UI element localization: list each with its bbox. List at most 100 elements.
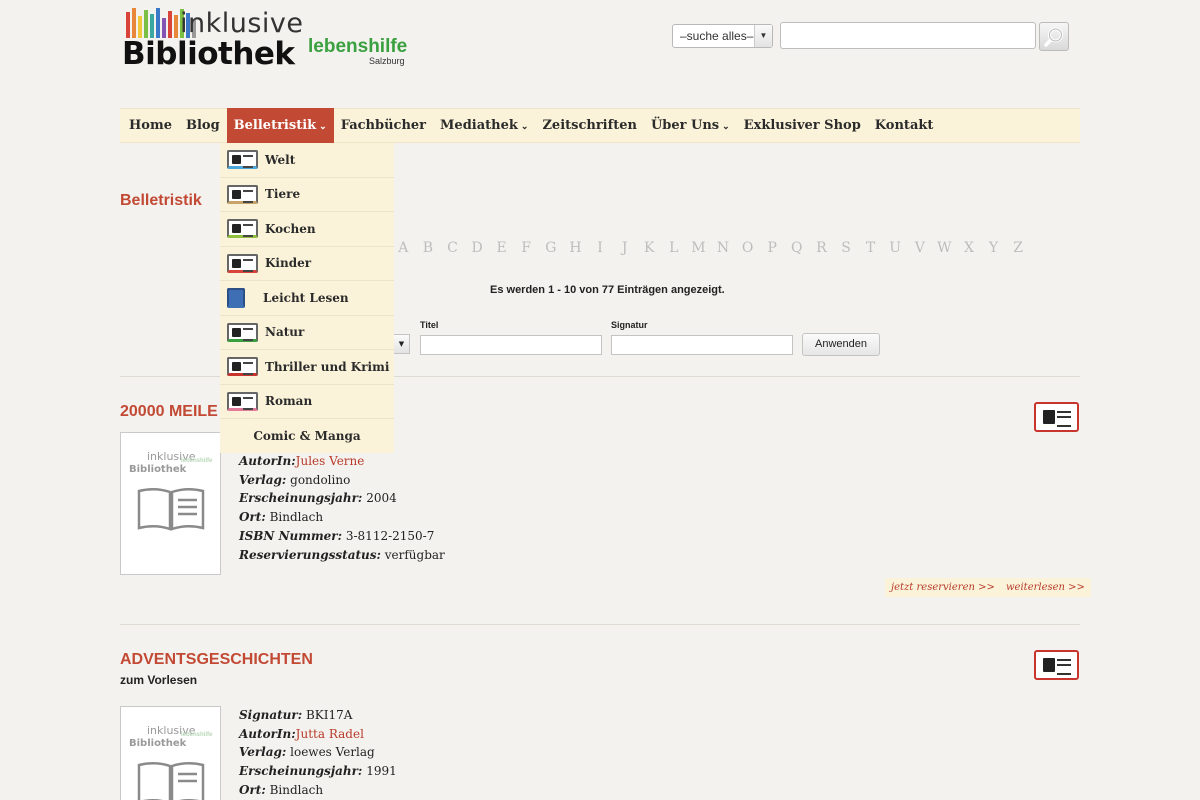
dropdown-item-leicht-lesen[interactable]: Leicht Lesen	[220, 281, 394, 316]
entry-details: Signatur: BKI17A AutorIn:Jutta Radel Verla…	[239, 706, 397, 800]
alphabet-letter[interactable]: J	[612, 240, 637, 256]
reserve-button[interactable]: jetzt reservieren >>	[885, 578, 1001, 597]
cover-placeholder-logo: inklusive Bibliothek lebenshilfe	[129, 724, 213, 749]
alphabet-letter[interactable]: P	[760, 240, 785, 256]
nav-item-kontakt[interactable]: Kontakt	[868, 108, 941, 143]
logo-bar	[150, 14, 154, 38]
dropdown-item-roman[interactable]: Roman	[220, 385, 394, 419]
dropdown-item-thriller-und-krimi[interactable]: Thriller und Krimi	[220, 350, 394, 385]
dropdown-item-tiere[interactable]: Tiere	[220, 178, 394, 212]
alphabet-letter[interactable]: I	[588, 240, 613, 256]
dropdown-item-label: Welt	[265, 152, 296, 167]
alphabet-letter[interactable]: K	[637, 240, 662, 256]
alphabet-letter[interactable]: C	[440, 240, 465, 256]
author-link[interactable]: Jules Verne	[296, 454, 365, 468]
nav-item-exklusiver-shop[interactable]: Exklusiver Shop	[737, 108, 868, 143]
result-count: Es werden 1 - 10 von 77 Einträgen angeze…	[490, 284, 725, 296]
nav-item-label: Kontakt	[874, 118, 934, 133]
alphabet-letter[interactable]: X	[957, 240, 982, 256]
alphabet-letter[interactable]: O	[735, 240, 760, 256]
site-logo[interactable]: inklusive Bibliothek lebenshilfe Salzbur…	[122, 6, 422, 74]
detail-value: loewes Verlag	[286, 745, 375, 760]
detail-key: Verlag:	[239, 472, 287, 487]
signature-filter-input[interactable]	[611, 335, 793, 355]
alphabet-letter[interactable]: S	[834, 240, 859, 256]
dropdown-item-label: Thriller und Krimi	[265, 359, 390, 374]
nav-item-label: Über Uns	[650, 118, 720, 133]
detail-row: Ort: Bindlach	[239, 781, 397, 800]
nav-item-label: Exklusiver Shop	[743, 118, 861, 133]
book-type-icon	[1034, 650, 1079, 680]
nav-item-mediathek[interactable]: Mediathek ⌄	[433, 108, 535, 143]
search-input[interactable]	[780, 22, 1036, 49]
apply-filter-button[interactable]: Anwenden	[802, 333, 880, 356]
cover-placeholder-logo: inklusive Bibliothek lebenshilfe	[129, 450, 213, 475]
detail-row: Reservierungsstatus: verfügbar	[239, 546, 445, 565]
alphabet-letter[interactable]: W	[932, 240, 957, 256]
detail-value: gondolino	[286, 472, 351, 487]
read-more-button[interactable]: weiterlesen >>	[1000, 578, 1091, 597]
detail-key: Verlag:	[239, 745, 287, 760]
dropdown-item-comic-manga[interactable]: Comic & Manga	[220, 419, 394, 454]
nav-item-label: Blog	[185, 118, 220, 133]
divider	[120, 624, 1080, 625]
alphabet-letter[interactable]: Z	[1006, 240, 1031, 256]
book-cover[interactable]: inklusive Bibliothek lebenshilfe	[120, 706, 221, 800]
detail-row: AutorIn:Jules Verne	[239, 452, 445, 471]
entry-title[interactable]: ADVENTSGESCHICHTEN	[120, 651, 313, 669]
detail-row: Signatur: BKI17A	[239, 706, 397, 725]
alphabet-letter[interactable]: M	[686, 240, 711, 256]
nav-item-label: Home	[129, 118, 172, 133]
author-link[interactable]: Jutta Radel	[296, 727, 364, 741]
detail-value: 3-8112-2150-7	[342, 528, 435, 543]
dropdown-item-label: Kinder	[265, 256, 312, 271]
alphabet-letter[interactable]: L	[662, 240, 687, 256]
alphabet-letter[interactable]: Q	[785, 240, 810, 256]
dropdown-item-kinder[interactable]: Kinder	[220, 247, 394, 281]
nav-item-zeitschriften[interactable]: Zeitschriften	[535, 108, 644, 143]
dropdown-item-kochen[interactable]: Kochen	[220, 212, 394, 247]
detail-key: Signatur:	[239, 708, 303, 722]
detail-row: Erscheinungsjahr: 2004	[239, 489, 445, 508]
entry-details: AutorIn:Jules Verne Verlag: gondolino Ersc…	[239, 452, 445, 564]
nav-item-home[interactable]: Home	[122, 108, 179, 143]
alphabet-letter[interactable]: E	[489, 240, 514, 256]
dropdown-item-label: Comic & Manga	[253, 429, 361, 444]
book-type-icon	[1034, 402, 1079, 432]
entry-title[interactable]: 20000 MEILE	[120, 403, 218, 421]
alphabet-letter[interactable]: B	[416, 240, 441, 256]
nav-item-label: Zeitschriften	[542, 118, 637, 133]
nav-item-fachbücher[interactable]: Fachbücher	[334, 108, 433, 143]
detail-key: Ort:	[239, 510, 266, 525]
book-cover[interactable]: inklusive Bibliothek lebenshilfe	[120, 432, 221, 575]
alphabet-letter[interactable]: G	[539, 240, 564, 256]
title-filter-input[interactable]	[420, 335, 602, 355]
detail-key: Erscheinungsjahr:	[239, 491, 363, 506]
alphabet-letter[interactable]: T	[858, 240, 883, 256]
alphabet-letter[interactable]: Y	[981, 240, 1006, 256]
alphabet-letter[interactable]: U	[883, 240, 908, 256]
logo-text-inklusive: inklusive	[180, 8, 304, 39]
nav-item-blog[interactable]: Blog	[179, 108, 227, 143]
dropdown-item-label: Natur	[265, 325, 305, 340]
alphabet-letter[interactable]: F	[514, 240, 539, 256]
detail-value: 1991	[362, 764, 397, 779]
logo-bar	[174, 15, 178, 38]
nav-item-über-uns[interactable]: Über Uns ⌄	[644, 108, 737, 143]
dropdown-item-welt[interactable]: Welt	[220, 143, 394, 178]
detail-key: AutorIn:	[239, 454, 296, 468]
alphabet-letter[interactable]: D	[465, 240, 490, 256]
search-button[interactable]	[1039, 22, 1069, 51]
alphabet-letter[interactable]: V	[907, 240, 932, 256]
detail-key: AutorIn:	[239, 726, 296, 741]
alphabet-letter[interactable]: H	[563, 240, 588, 256]
detail-row: Verlag: loewes Verlag	[239, 743, 397, 762]
alphabet-letter[interactable]: A	[391, 240, 416, 256]
detail-key: Erscheinungsjahr:	[239, 764, 363, 779]
select-arrow-icon: ▼	[754, 25, 772, 47]
nav-item-belletristik[interactable]: Belletristik ⌄	[226, 108, 334, 143]
alphabet-letter[interactable]: R	[809, 240, 834, 256]
alphabet-letter[interactable]: N	[711, 240, 736, 256]
search-scope-select[interactable]: –suche alles– ▼	[672, 24, 773, 48]
dropdown-item-natur[interactable]: Natur	[220, 316, 394, 350]
